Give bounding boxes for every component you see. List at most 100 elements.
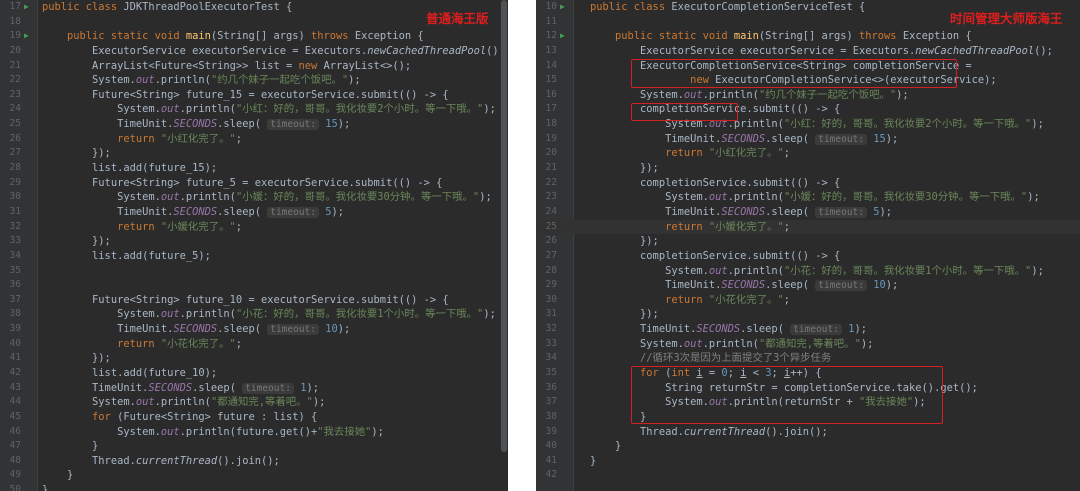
code-text[interactable]: return "小花化完了。";	[42, 337, 242, 352]
code-text[interactable]: TimeUnit.SECONDS.sleep( timeout: 10);	[590, 278, 898, 294]
code-text[interactable]: public class JDKThreadPoolExecutorTest {	[42, 0, 292, 15]
code-text[interactable]: System.out.println("小花：好的，哥哥。我化妆要1个小时。等一…	[590, 264, 1044, 279]
left-code-line[interactable]: 27 });	[0, 146, 508, 161]
code-text[interactable]: TimeUnit.SECONDS.sleep( timeout: 1);	[42, 381, 319, 397]
left-code-line[interactable]: 40 return "小花化完了。";	[0, 337, 508, 352]
left-code-line[interactable]: 26 return "小红化完了。";	[0, 132, 508, 147]
right-editor-pane[interactable]: 10 ▶ public class ExecutorCompletionServic…	[536, 0, 1080, 491]
code-text[interactable]: TimeUnit.SECONDS.sleep( timeout: 1);	[590, 322, 867, 338]
code-text[interactable]: for (Future<String> future : list) {	[42, 410, 317, 425]
left-code-line[interactable]: 39 TimeUnit.SECONDS.sleep( timeout: 10);	[0, 322, 508, 337]
left-code-line[interactable]: 37 Future<String> future_10 = executorSe…	[0, 293, 508, 308]
left-code-line[interactable]: 23 Future<String> future_15 = executorSe…	[0, 88, 508, 103]
left-editor-pane[interactable]: 17 ▶ public class JDKThreadPoolExecutorTes…	[0, 0, 508, 491]
right-code-line[interactable]: 31 });	[536, 307, 1080, 322]
right-code-line[interactable]: 17 completionService.submit(() -> {	[536, 102, 1080, 117]
code-text[interactable]: return "小红化完了。";	[42, 132, 242, 147]
right-code-line[interactable]: 18 System.out.println("小红：好的，哥哥。我化妆要2个小时…	[536, 117, 1080, 132]
code-text[interactable]: });	[42, 234, 111, 249]
left-code-line[interactable]: 31 TimeUnit.SECONDS.sleep( timeout: 5);	[0, 205, 508, 220]
code-text[interactable]: TimeUnit.SECONDS.sleep( timeout: 15);	[42, 117, 350, 133]
left-code-line[interactable]: 22 System.out.println("约几个妹子一起吃个饭吧。");	[0, 73, 508, 88]
left-code-line[interactable]: 25 TimeUnit.SECONDS.sleep( timeout: 15);	[0, 117, 508, 132]
code-text[interactable]: });	[590, 307, 659, 322]
left-code-line[interactable]: 20 ExecutorService executorService = Exe…	[0, 44, 508, 59]
left-code-line[interactable]: 24 System.out.println("小红：好的，哥哥。我化妆要2个小时…	[0, 102, 508, 117]
left-scroll-thumb[interactable]	[501, 0, 507, 452]
code-text[interactable]: public static void main(String[] args) t…	[590, 29, 972, 44]
code-text[interactable]: System.out.println(future.get()+"我去接她");	[42, 425, 384, 440]
right-code-line[interactable]: 24 TimeUnit.SECONDS.sleep( timeout: 5);	[536, 205, 1080, 220]
code-text[interactable]: return "小红化完了。";	[590, 146, 790, 161]
code-text[interactable]: System.out.println("都通知完,等着吧。");	[590, 337, 873, 352]
left-code-line[interactable]: 45 for (Future<String> future : list) {	[0, 410, 508, 425]
code-text[interactable]: }	[590, 454, 596, 469]
run-icon[interactable]: ▶	[560, 0, 570, 15]
code-text[interactable]: //循环3次是因为上面提交了3个异步任务	[590, 351, 831, 366]
left-code-line[interactable]: 46 System.out.println(future.get()+"我去接她…	[0, 425, 508, 440]
code-text[interactable]: completionService.submit(() -> {	[590, 249, 840, 264]
code-text[interactable]: list.add(future_5);	[42, 249, 211, 264]
right-code-line[interactable]: 30 return "小花化完了。";	[536, 293, 1080, 308]
code-text[interactable]: }	[590, 439, 621, 454]
code-text[interactable]: System.out.println("小媛：好的，哥哥。我化妆要30分钟。等一…	[42, 190, 492, 205]
code-text[interactable]: return "小媛化完了。";	[42, 220, 242, 235]
left-code-line[interactable]: 49 }	[0, 468, 508, 483]
code-text[interactable]: TimeUnit.SECONDS.sleep( timeout: 5);	[590, 205, 892, 221]
right-code-line[interactable]: 26 });	[536, 234, 1080, 249]
code-text[interactable]: });	[590, 161, 659, 176]
left-scrollbar[interactable]	[500, 0, 508, 491]
code-text[interactable]: System.out.println("小媛：好的，哥哥。我化妆要30分钟。等一…	[590, 190, 1040, 205]
right-code-line[interactable]: 33 System.out.println("都通知完,等着吧。");	[536, 337, 1080, 352]
code-text[interactable]: TimeUnit.SECONDS.sleep( timeout: 5);	[42, 205, 344, 221]
code-text[interactable]: ExecutorService executorService = Execut…	[590, 44, 1053, 59]
right-code-line[interactable]: 42	[536, 468, 1080, 483]
code-text[interactable]: });	[42, 146, 111, 161]
right-code-line[interactable]: 12 ▶ public static void main(String[] arg…	[536, 29, 1080, 44]
right-code-line[interactable]: 40 }	[536, 439, 1080, 454]
code-text[interactable]: completionService.submit(() -> {	[590, 176, 840, 191]
left-code-line[interactable]: 47 }	[0, 439, 508, 454]
code-text[interactable]: TimeUnit.SECONDS.sleep( timeout: 15);	[590, 132, 898, 148]
code-text[interactable]: System.out.println("都通知完,等着吧。");	[42, 395, 325, 410]
code-text[interactable]: Future<String> future_15 = executorServi…	[42, 88, 449, 103]
right-code-line[interactable]: 13 ExecutorService executorService = Exe…	[536, 44, 1080, 59]
left-code-line[interactable]: 30 System.out.println("小媛：好的，哥哥。我化妆要30分钟…	[0, 190, 508, 205]
right-code-line[interactable]: 23 System.out.println("小媛：好的，哥哥。我化妆要30分钟…	[536, 190, 1080, 205]
left-code-line[interactable]: 19 ▶ public static void main(String[] arg…	[0, 29, 508, 44]
code-text[interactable]: });	[42, 351, 111, 366]
left-code-line[interactable]: 21 ArrayList<Future<String>> list = new …	[0, 59, 508, 74]
left-code-line[interactable]: 32 return "小媛化完了。";	[0, 220, 508, 235]
code-text[interactable]: System.out.println("小花：好的，哥哥。我化妆要1个小时。等一…	[42, 307, 496, 322]
right-code-line[interactable]: 19 TimeUnit.SECONDS.sleep( timeout: 15);	[536, 132, 1080, 147]
left-code-line[interactable]: 38 System.out.println("小花：好的，哥哥。我化妆要1个小时…	[0, 307, 508, 322]
left-code-line[interactable]: 35	[0, 264, 508, 279]
left-code-line[interactable]: 29 Future<String> future_5 = executorSer…	[0, 176, 508, 191]
right-code-line[interactable]: 39 Thread.currentThread().join();	[536, 425, 1080, 440]
left-code-line[interactable]: 42 list.add(future_10);	[0, 366, 508, 381]
left-code-line[interactable]: 48 Thread.currentThread().join();	[0, 454, 508, 469]
right-code-line[interactable]: 28 System.out.println("小花：好的，哥哥。我化妆要1个小时…	[536, 264, 1080, 279]
code-text[interactable]: }	[42, 468, 73, 483]
left-code-line[interactable]: 44 System.out.println("都通知完,等着吧。");	[0, 395, 508, 410]
run-icon[interactable]: ▶	[24, 0, 34, 15]
code-text[interactable]: }	[42, 439, 98, 454]
right-code-line[interactable]: 34 //循环3次是因为上面提交了3个异步任务	[536, 351, 1080, 366]
code-text[interactable]: public static void main(String[] args) t…	[42, 29, 424, 44]
code-text[interactable]: list.add(future_10);	[42, 366, 217, 381]
right-code-line[interactable]: 29 TimeUnit.SECONDS.sleep( timeout: 10);	[536, 278, 1080, 293]
right-code-line[interactable]: 22 completionService.submit(() -> {	[536, 176, 1080, 191]
code-text[interactable]: System.out.println("小红：好的，哥哥。我化妆要2个小时。等一…	[42, 102, 496, 117]
code-text[interactable]: TimeUnit.SECONDS.sleep( timeout: 10);	[42, 322, 350, 338]
left-code-line[interactable]: 28 list.add(future_15);	[0, 161, 508, 176]
right-code-line[interactable]: 32 TimeUnit.SECONDS.sleep( timeout: 1);	[536, 322, 1080, 337]
right-code-line[interactable]: 25 return "小媛化完了。";	[536, 219, 1080, 235]
code-text[interactable]: Thread.currentThread().join();	[42, 454, 280, 469]
code-text[interactable]: public class ExecutorCompletionServiceTe…	[590, 0, 865, 15]
run-icon[interactable]: ▶	[560, 29, 570, 44]
right-code-line[interactable]: 20 return "小红化完了。";	[536, 146, 1080, 161]
code-text[interactable]: Thread.currentThread().join();	[590, 425, 828, 440]
right-code-line[interactable]: 21 });	[536, 161, 1080, 176]
code-text[interactable]: Future<String> future_10 = executorServi…	[42, 293, 449, 308]
code-text[interactable]: System.out.println("约几个妹子一起吃个饭吧。");	[42, 73, 361, 88]
